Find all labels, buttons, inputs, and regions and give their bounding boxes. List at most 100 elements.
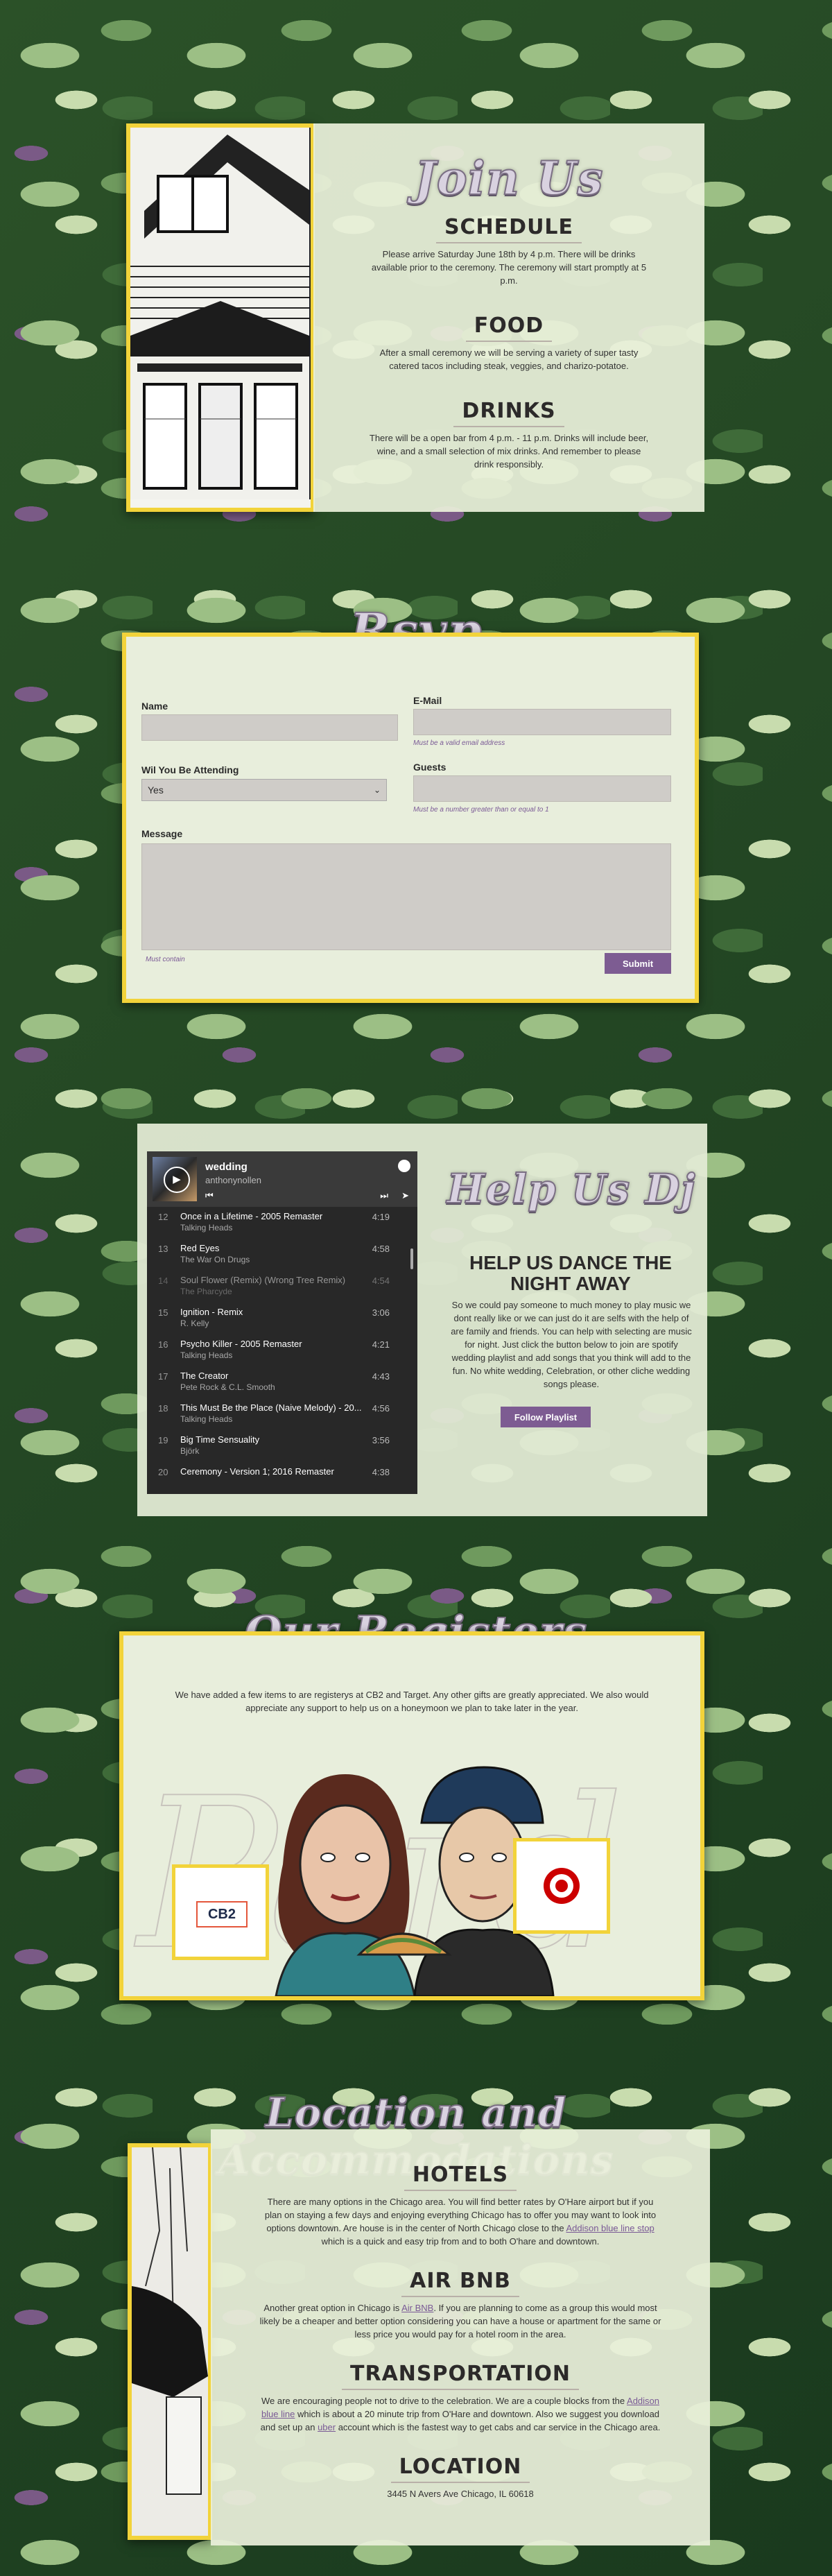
schedule-text: Please arrive Saturday June 18th by 4 p.… [371, 249, 647, 286]
cb2-logo: CB2 [196, 1901, 248, 1927]
follow-playlist-button[interactable]: Follow Playlist [501, 1407, 591, 1427]
track-number: 20 [158, 1467, 168, 1477]
hotels-text-part: which is a quick and easy trip from and … [321, 2236, 600, 2247]
skip-forward-icon[interactable]: ⏭ [380, 1190, 388, 1201]
uber-link[interactable]: uber [318, 2422, 336, 2432]
track-number: 13 [158, 1244, 168, 1254]
track-title: Big Time Sensuality [180, 1434, 260, 1445]
target-logo-icon [544, 1868, 580, 1904]
registers-panel: We have added a few items to are registe… [119, 1631, 704, 2000]
hotels-heading: HOTELS [404, 2163, 517, 2191]
join-us-title: Join Us [414, 151, 604, 206]
attending-value: Yes [148, 784, 164, 796]
track-title: The Creator [180, 1371, 229, 1381]
spotify-header: ▶ wedding anthonynollen ⏮ ⏭ ➤ [147, 1151, 417, 1207]
track-row[interactable]: 13 Red Eyes The War On Drugs 4:58 [147, 1239, 417, 1271]
share-icon[interactable]: ➤ [401, 1190, 409, 1201]
track-number: 16 [158, 1339, 168, 1350]
track-duration: 3:06 [372, 1307, 390, 1318]
track-duration: 3:56 [372, 1435, 390, 1445]
airbnb-text: Another great option in Chicago is Air B… [211, 2301, 710, 2341]
food-text: After a small ceremony we will be servin… [379, 347, 639, 371]
track-duration: 4:21 [372, 1339, 390, 1350]
transportation-heading: TRANSPORTATION [342, 2362, 579, 2390]
track-duration: 4:43 [372, 1371, 390, 1382]
track-title: This Must Be the Place (Naive Melody) - … [180, 1402, 362, 1413]
dj-title: Help Us Dj [446, 1165, 696, 1213]
track-row[interactable]: 19 Big Time Sensuality Björk 3:56 [147, 1430, 417, 1462]
track-number: 19 [158, 1435, 168, 1445]
location-section: HOTELS There are many options in the Chi… [128, 2129, 710, 2545]
dj-section: ▶ wedding anthonynollen ⏮ ⏭ ➤ 12 Once in … [137, 1124, 707, 1516]
transportation-text-part: account which is the fastest way to get … [336, 2422, 661, 2432]
track-number: 17 [158, 1371, 168, 1382]
track-row[interactable]: 15 Ignition - Remix R. Kelly 3:06 [147, 1303, 417, 1334]
message-hint: Must contain [146, 956, 185, 963]
spotify-logo-icon [398, 1160, 410, 1172]
name-input[interactable] [141, 714, 398, 741]
message-textarea[interactable] [141, 843, 671, 950]
guests-input[interactable] [413, 775, 671, 802]
track-artist: Talking Heads [180, 1350, 233, 1360]
track-number: 18 [158, 1403, 168, 1414]
track-artist: The War On Drugs [180, 1255, 250, 1264]
scrollbar[interactable] [410, 1248, 413, 1269]
name-label: Name [141, 701, 168, 712]
track-title: Psycho Killer - 2005 Remaster [180, 1339, 302, 1349]
track-row[interactable]: 17 The Creator Pete Rock & C.L. Smooth 4:43 [147, 1366, 417, 1398]
addison-blue-line-stop-link[interactable]: Addison blue line stop [566, 2223, 654, 2233]
drinks-heading: DRINKS [453, 399, 564, 427]
track-row[interactable]: 18 This Must Be the Place (Naive Melody) … [147, 1398, 417, 1430]
target-register-link[interactable] [513, 1838, 610, 1934]
email-label: E-Mail [413, 695, 442, 706]
track-row[interactable]: 16 Psycho Killer - 2005 Remaster Talking H… [147, 1334, 417, 1366]
house-illustration [130, 128, 311, 499]
track-row[interactable]: 12 Once in a Lifetime - 2005 Remaster Talk… [147, 1207, 417, 1239]
dj-text: So we could pay someone to much money to… [451, 1300, 692, 1389]
track-artist: R. Kelly [180, 1319, 209, 1328]
cb2-register-link[interactable]: CB2 [172, 1864, 269, 1960]
track-number: 12 [158, 1212, 168, 1222]
location-heading: LOCATION [390, 2455, 530, 2483]
airbnb-link[interactable]: Air BNB [401, 2303, 433, 2313]
play-icon[interactable]: ▶ [164, 1167, 190, 1193]
track-artist: Björk [180, 1446, 200, 1456]
join-us-panel: Join Us SCHEDULE Please arrive Saturday … [313, 123, 704, 512]
message-label: Message [141, 828, 183, 839]
submit-button[interactable]: Submit [605, 953, 671, 974]
location-image-frame [128, 2143, 212, 2540]
transportation-text: We are encouraging people not to drive t… [211, 2394, 710, 2434]
track-title: Ignition - Remix [180, 1307, 243, 1317]
track-duration: 4:58 [372, 1244, 390, 1254]
food-heading: FOOD [465, 314, 553, 342]
attending-label: Wil You Be Attending [141, 764, 239, 775]
track-duration: 4:56 [372, 1403, 390, 1414]
track-list: 12 Once in a Lifetime - 2005 Remaster Talk… [147, 1207, 417, 1494]
track-title: Red Eyes [180, 1243, 220, 1253]
track-artist: The Pharcyde [180, 1287, 232, 1296]
schedule-heading: SCHEDULE [435, 215, 582, 243]
track-duration: 4:19 [372, 1212, 390, 1222]
track-number: 14 [158, 1276, 168, 1286]
guests-hint: Must be a number greater than or equal t… [413, 806, 549, 814]
track-number: 15 [158, 1307, 168, 1318]
track-title: Ceremony - Version 1; 2016 Remaster [180, 1466, 334, 1477]
track-artist: Talking Heads [180, 1414, 233, 1424]
hotels-text: There are many options in the Chicago ar… [211, 2195, 710, 2248]
guests-label: Guests [413, 762, 447, 773]
skip-back-icon[interactable]: ⏮ [205, 1190, 214, 1201]
track-row[interactable]: 14 Soul Flower (Remix) (Wrong Tree Remix)… [147, 1271, 417, 1303]
email-input[interactable] [413, 709, 671, 735]
track-title: Soul Flower (Remix) (Wrong Tree Remix) [180, 1275, 346, 1285]
track-row[interactable]: 20 Ceremony - Version 1; 2016 Remaster 4:3… [147, 1462, 417, 1494]
airbnb-text-part: Another great option in Chicago is [263, 2303, 402, 2313]
airbnb-heading: AIR BNB [401, 2269, 519, 2297]
track-duration: 4:38 [372, 1467, 390, 1477]
dj-headline: HELP US DANCE THE NIGHT AWAY [469, 1252, 672, 1294]
attending-select[interactable]: Yes ⌄ [141, 779, 387, 801]
location-panel: HOTELS There are many options in the Chi… [211, 2129, 710, 2545]
track-artist: Pete Rock & C.L. Smooth [180, 1382, 275, 1392]
playlist-owner: anthonynollen [205, 1175, 261, 1185]
spotify-player[interactable]: ▶ wedding anthonynollen ⏮ ⏭ ➤ 12 Once in … [147, 1151, 417, 1494]
registers-text: We have added a few items to are registe… [175, 1690, 649, 1713]
